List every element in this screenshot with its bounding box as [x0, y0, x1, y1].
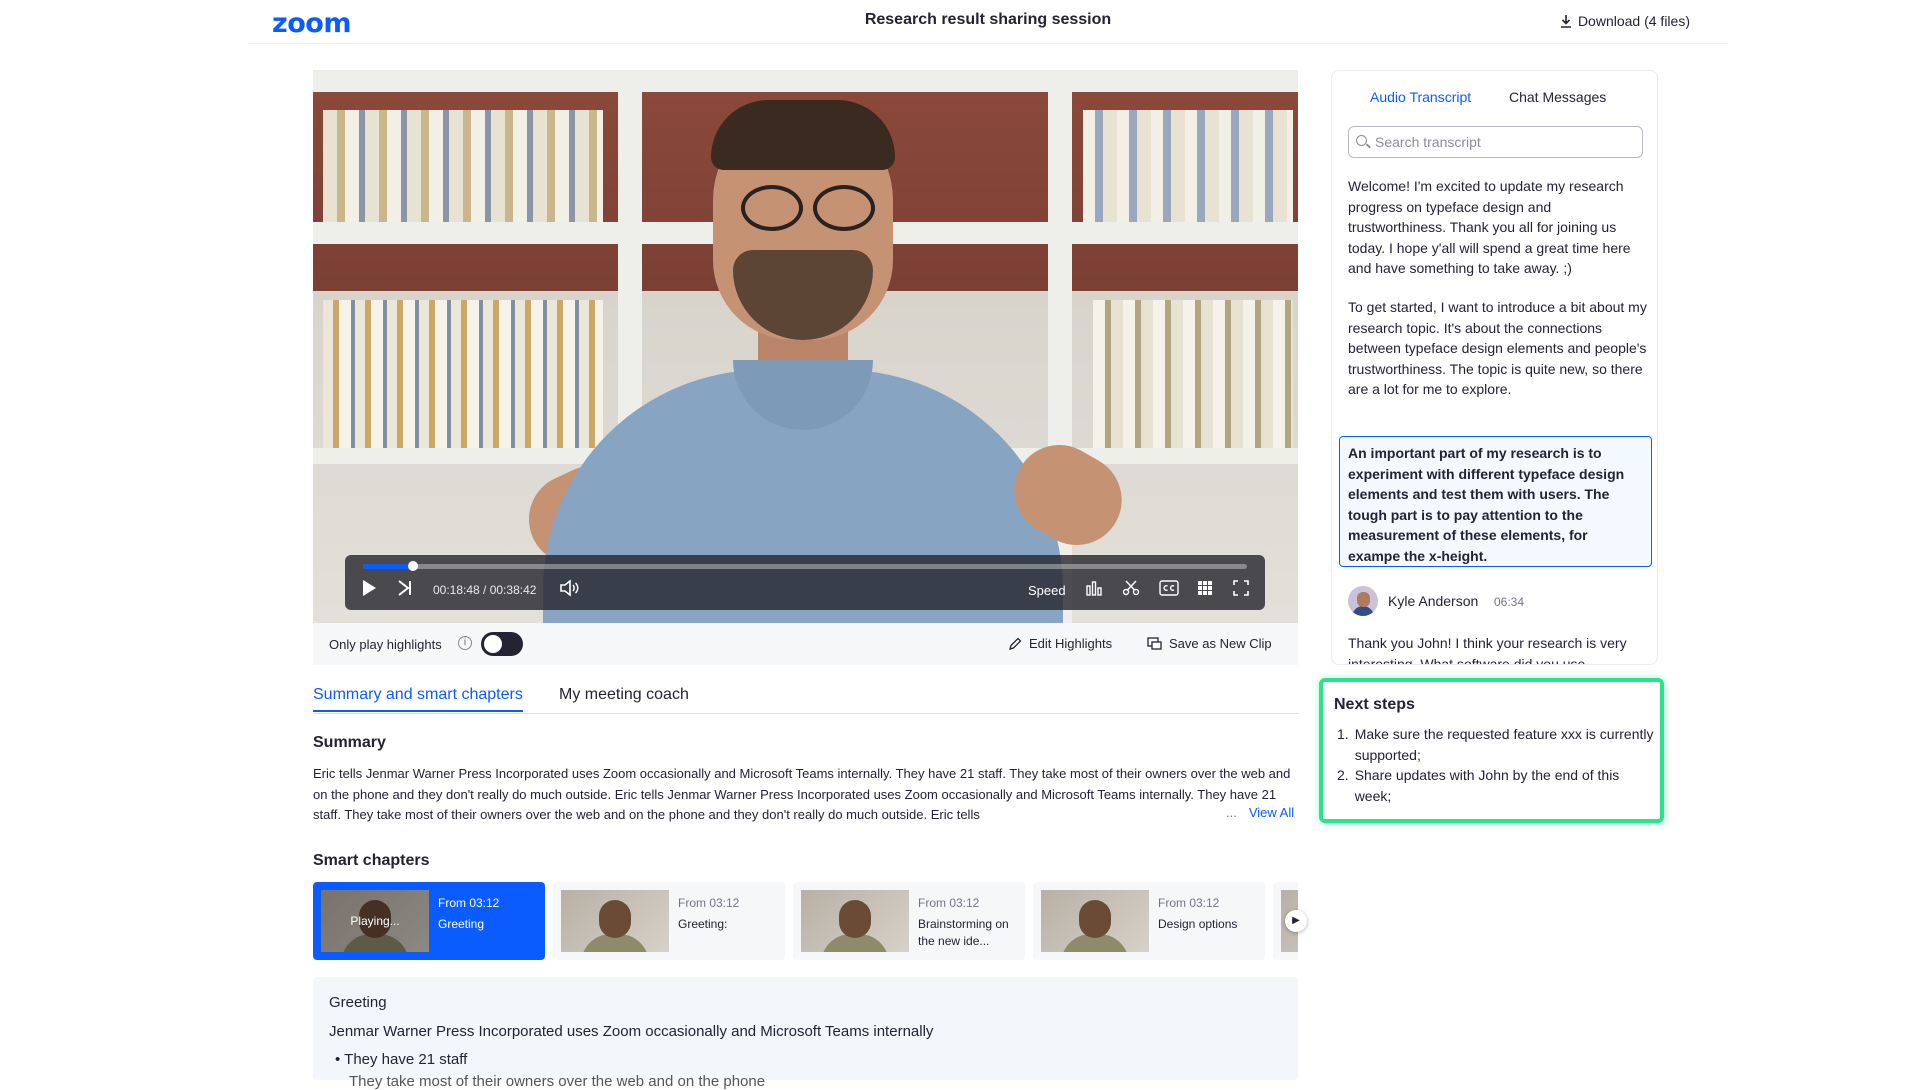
chapter-thumbnail: Playing... — [321, 890, 429, 952]
summary-ellipsis: ... — [1226, 805, 1237, 820]
chapter-thumbnail — [801, 890, 909, 952]
tab-audio-transcript[interactable]: Audio Transcript — [1370, 89, 1471, 105]
glasses-left — [741, 185, 803, 231]
view-all-label: View All — [1248, 805, 1295, 820]
speaker-timestamp[interactable]: 06:34 — [1494, 595, 1524, 609]
chapter-time: From 03:12 — [918, 896, 980, 910]
playing-overlay: Playing... — [321, 890, 429, 952]
books-top-right — [1083, 110, 1293, 222]
chapter-time: From 03:12 — [438, 896, 500, 910]
transcript-panel: Audio Transcript Chat Messages Search tr… — [1331, 70, 1658, 665]
search-placeholder: Search transcript — [1375, 134, 1481, 150]
info-icon[interactable]: i — [458, 636, 472, 650]
chapter-detail-bullet: • They have 21 staff — [335, 1051, 468, 1068]
save-new-clip-button[interactable]: Save as New Clip — [1147, 636, 1272, 651]
chapter-thumbnail — [561, 890, 669, 952]
progress-bar[interactable] — [363, 561, 1247, 571]
save-new-clip-label: Save as New Clip — [1169, 636, 1272, 651]
download-button[interactable]: Download (4 files) — [1560, 13, 1690, 29]
chapter-list: Playing... From 03:12 Greeting From 03:1… — [313, 882, 1298, 960]
books-top-left — [323, 110, 603, 222]
tab-chat-messages[interactable]: Chat Messages — [1509, 89, 1606, 105]
clip-icon — [1147, 637, 1162, 650]
person-hair — [711, 100, 895, 170]
next-step-item: 1. Make sure the requested feature xxx is… — [1337, 726, 1654, 763]
fullscreen-icon[interactable] — [1233, 579, 1249, 601]
chapter-detail-text: Jenmar Warner Press Incorporated uses Zo… — [329, 1023, 934, 1040]
highlights-bar: Only play highlights i Edit Highlights S… — [313, 623, 1298, 665]
page-title: Research result sharing session — [864, 11, 1112, 28]
progress-handle[interactable] — [408, 561, 419, 571]
next-steps-list: 1. Make sure the requested feature xxx is… — [1334, 724, 1654, 806]
chapter-card[interactable]: Playing... From 03:12 Greeting — [313, 882, 545, 960]
pencil-icon — [1009, 637, 1022, 650]
transcript-paragraph: Welcome! I'm excited to update my resear… — [1348, 178, 1631, 276]
transcript-highlight[interactable]: An important part of my research is to e… — [1339, 436, 1652, 567]
content-tabs: Summary and smart chapters My meeting co… — [313, 686, 1298, 714]
closed-captions-icon[interactable] — [1159, 579, 1179, 601]
next-steps-title: Next steps — [1334, 696, 1415, 713]
volume-icon[interactable] — [559, 579, 579, 602]
chapter-title: Brainstorming on the new ide... — [918, 917, 1009, 948]
transcript-paragraph: To get started, I want to introduce a bi… — [1348, 299, 1647, 397]
view-all-link[interactable]: ... View All — [1218, 805, 1295, 820]
chapter-card[interactable]: From 03:12 Greeting: — [553, 882, 785, 960]
edit-highlights-label: Edit Highlights — [1029, 636, 1113, 651]
chapter-card[interactable]: From 03:12 Brainstorming on the new ide.… — [793, 882, 1025, 960]
search-icon — [1356, 135, 1367, 146]
glasses-right — [813, 185, 875, 231]
download-icon — [1560, 15, 1571, 28]
chapter-detail-bullet: They take most of their owners over the … — [349, 1073, 766, 1090]
next-step-item: 2. Share updates with John by the end of … — [1337, 767, 1620, 804]
download-label: Download (4 files) — [1577, 13, 1690, 29]
summary-text: Eric tells Jenmar Warner Press Incorpora… — [313, 766, 1291, 822]
only-play-highlights-label: Only play highlights — [329, 637, 442, 652]
chapter-detail: Greeting Jenmar Warner Press Incorporate… — [313, 977, 1298, 1090]
play-icon[interactable] — [361, 579, 377, 602]
speaker-name: Kyle Anderson — [1388, 593, 1479, 609]
smart-chapters-heading: Smart chapters — [313, 852, 430, 869]
highlights-toggle[interactable] — [481, 632, 523, 656]
toggle-knob — [484, 635, 502, 653]
transcript-reply: Thank you John! I think your research is… — [1348, 635, 1627, 665]
time-display: 00:18:48 / 00:38:42 — [433, 583, 537, 597]
video-player[interactable]: 00:18:48 / 00:38:42 Speed — [313, 70, 1298, 623]
speed-button[interactable]: Speed — [1028, 583, 1066, 598]
stats-icon[interactable] — [1085, 579, 1103, 602]
chapter-time: From 03:12 — [1158, 896, 1220, 910]
chapter-detail-title: Greeting — [329, 994, 387, 1011]
chevron-right-icon[interactable]: ▶ — [1285, 910, 1307, 932]
chapter-title: Greeting — [438, 917, 485, 931]
next-steps-panel: Next steps 1. Make sure the requested fea… — [1319, 678, 1664, 823]
books-middle-right — [1093, 300, 1293, 448]
tab-summary[interactable]: Summary and smart chapters — [313, 686, 523, 712]
chapter-thumbnail — [1041, 890, 1149, 952]
chapter-title: Greeting: — [678, 917, 728, 931]
progress-fill — [363, 564, 414, 569]
top-bar: zoom Research result sharing session Dow… — [248, 0, 1728, 44]
chapter-title: Design options — [1158, 917, 1238, 931]
shelf-top — [313, 70, 1298, 92]
edit-highlights-button[interactable]: Edit Highlights — [1009, 636, 1112, 651]
books-middle-left — [323, 300, 603, 448]
search-transcript-input[interactable]: Search transcript — [1348, 126, 1643, 158]
player-controls: 00:18:48 / 00:38:42 Speed — [345, 555, 1265, 610]
tab-meeting-coach[interactable]: My meeting coach — [559, 686, 689, 710]
grid-icon[interactable] — [1197, 579, 1213, 601]
avatar — [1348, 586, 1378, 616]
chapter-card[interactable]: From 03:12 Design options — [1033, 882, 1265, 960]
summary-heading: Summary — [313, 734, 386, 751]
scissors-icon[interactable] — [1122, 579, 1140, 602]
chapter-time: From 03:12 — [678, 896, 740, 910]
skip-next-icon[interactable] — [397, 579, 413, 602]
